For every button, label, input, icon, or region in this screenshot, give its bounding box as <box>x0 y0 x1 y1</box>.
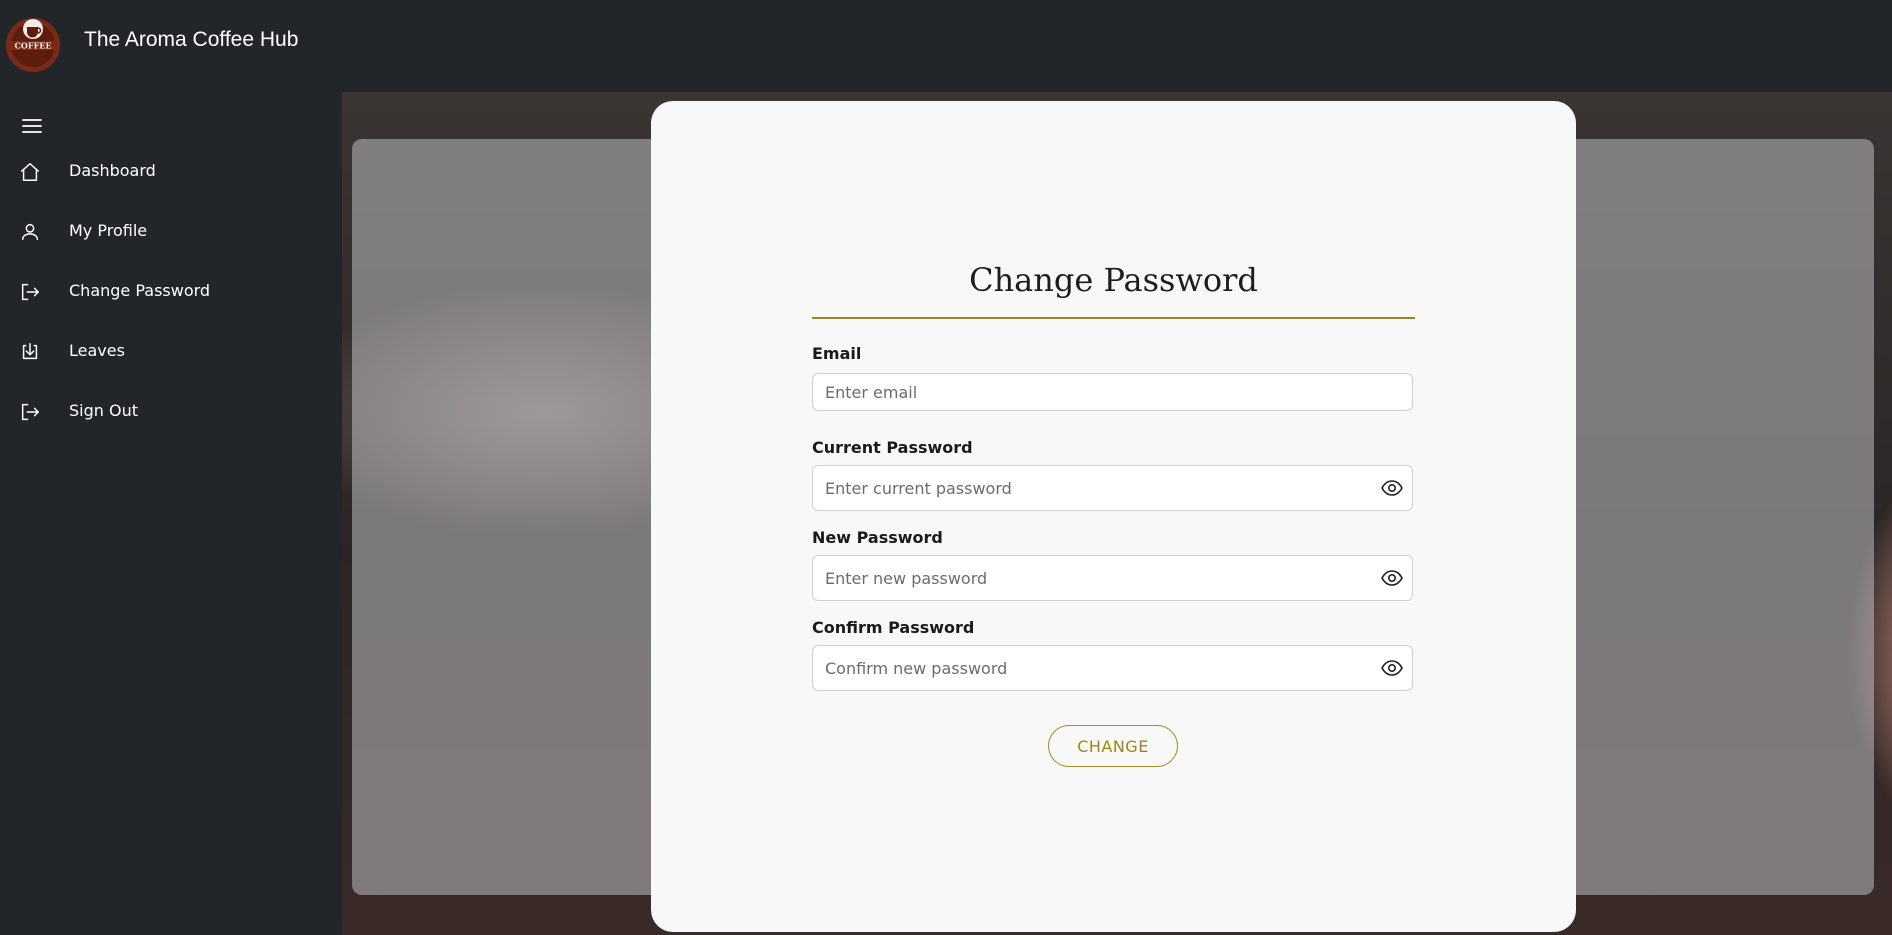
sidebar-item-change-password[interactable]: Change Password <box>0 268 342 318</box>
coffee-logo: COFFEE <box>6 18 60 72</box>
current-password-label: Current Password <box>812 438 973 457</box>
sidebar-item-my-profile[interactable]: My Profile <box>0 208 342 258</box>
current-password-field[interactable] <box>813 466 1412 510</box>
current-password-field-wrapper <box>812 465 1413 511</box>
user-icon <box>21 223 39 241</box>
sidebar-item-label: Leaves <box>69 341 125 360</box>
new-password-field[interactable] <box>813 556 1412 600</box>
logout-arrow-icon <box>21 403 39 421</box>
email-field[interactable] <box>813 374 1412 410</box>
email-field-wrapper <box>812 373 1413 411</box>
email-label: Email <box>812 344 862 363</box>
eye-icon[interactable] <box>1380 656 1404 680</box>
top-bar: COFFEE The Aroma Coffee Hub <box>0 0 1892 92</box>
confirm-password-label: Confirm Password <box>812 618 975 637</box>
change-button[interactable]: CHANGE <box>1048 725 1178 767</box>
sidebar-item-dashboard[interactable]: Dashboard <box>0 148 342 198</box>
eye-icon[interactable] <box>1380 476 1404 500</box>
change-password-card: Change Password Email Current Password N… <box>651 101 1576 932</box>
sidebar-item-label: My Profile <box>69 221 148 240</box>
new-password-field-wrapper <box>812 555 1413 601</box>
new-password-label: New Password <box>812 528 943 547</box>
logo-text: COFFEE <box>15 41 52 51</box>
confirm-password-field-wrapper <box>812 645 1413 691</box>
hamburger-menu-icon[interactable] <box>20 114 44 138</box>
sidebar-item-label: Sign Out <box>69 401 138 420</box>
title-divider <box>812 317 1415 319</box>
eye-icon[interactable] <box>1380 566 1404 590</box>
sidebar-item-leaves[interactable]: Leaves <box>0 328 342 378</box>
page-title: Change Password <box>969 261 1258 299</box>
sidebar: Dashboard My Profile Change Password Lea… <box>0 92 342 935</box>
confirm-password-field[interactable] <box>813 646 1412 690</box>
home-icon <box>21 163 39 181</box>
logout-arrow-icon <box>21 283 39 301</box>
download-icon <box>22 343 38 360</box>
sidebar-item-label: Dashboard <box>69 161 156 180</box>
app-title: The Aroma Coffee Hub <box>84 28 299 51</box>
sidebar-item-sign-out[interactable]: Sign Out <box>0 388 342 438</box>
sidebar-item-label: Change Password <box>69 281 211 300</box>
